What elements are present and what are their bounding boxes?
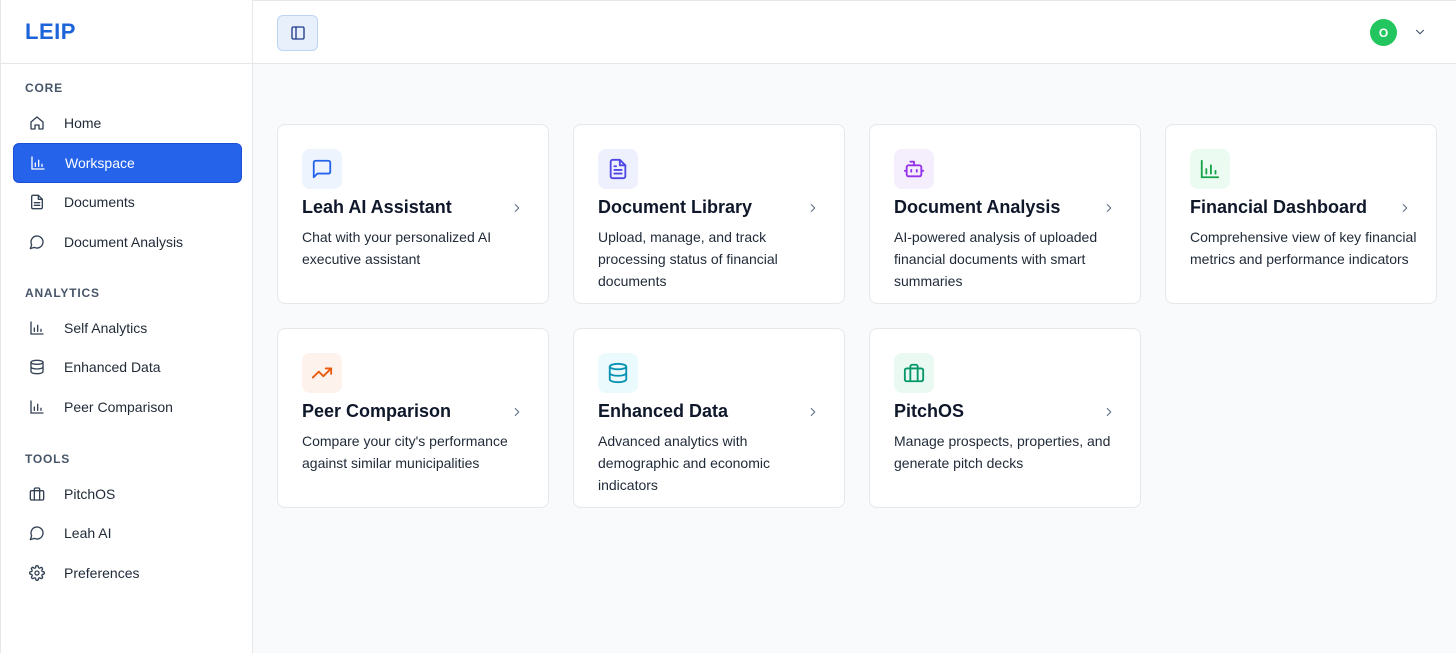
card-peer-comparison[interactable]: Peer Comparison Compare your city's perf… (277, 328, 549, 508)
card-description: Comprehensive view of key financial metr… (1190, 229, 1417, 267)
sidebar-item-peer-comparison[interactable]: Peer Comparison (13, 387, 242, 427)
card-document-library[interactable]: Document Library Upload, manage, and tra… (573, 124, 845, 304)
card-title: Enhanced Data (598, 401, 729, 421)
chevron-right-icon (510, 405, 524, 419)
chevron-right-icon (1102, 405, 1116, 419)
card-description: Chat with your personalized AI executive… (302, 229, 492, 267)
chevron-right-icon (806, 405, 820, 419)
sidebar-section-title-tools: TOOLS (25, 452, 71, 466)
message-square-icon (302, 149, 342, 189)
message-circle-icon (27, 523, 47, 543)
card-title: Peer Comparison (302, 401, 452, 421)
sidebar-item-leah-ai[interactable]: Leah AI (13, 513, 242, 553)
sidebar-item-label: Peer Comparison (64, 399, 173, 415)
sidebar-item-pitchos[interactable]: PitchOS (13, 474, 242, 514)
chevron-right-icon (1102, 201, 1116, 215)
sidebar-item-label: Preferences (64, 565, 140, 581)
file-text-icon (27, 192, 47, 212)
card-description: Compare your city's performance against … (302, 433, 508, 471)
bot-icon (894, 149, 934, 189)
database-icon (27, 357, 47, 377)
trending-up-icon (302, 353, 342, 393)
card-title: PitchOS (894, 401, 965, 421)
briefcase-icon (27, 484, 47, 504)
card-description: Advanced analytics with demographic and … (598, 433, 770, 493)
sidebar-section-title-analytics: ANALYTICS (25, 286, 100, 300)
sidebar: LEIP CORE Home Workspace Documents Docum… (0, 0, 253, 653)
sidebar-item-preferences[interactable]: Preferences (13, 553, 242, 593)
card-title: Financial Dashboard (1190, 197, 1368, 217)
chevron-right-icon (806, 201, 820, 215)
sidebar-item-label: Documents (64, 194, 135, 210)
card-enhanced-data[interactable]: Enhanced Data Advanced analytics with de… (573, 328, 845, 508)
sidebar-item-label: Self Analytics (64, 320, 148, 336)
bar-chart-icon (1190, 149, 1230, 189)
home-icon (27, 113, 47, 133)
briefcase-icon (894, 353, 934, 393)
message-circle-icon (27, 232, 47, 252)
sidebar-toggle-icon (290, 25, 306, 41)
chevron-down-icon[interactable] (1413, 25, 1427, 39)
sidebar-item-label: Document Analysis (64, 234, 184, 250)
chevron-right-icon (1398, 201, 1412, 215)
bar-chart-icon (27, 397, 47, 417)
card-leah-ai-assistant[interactable]: Leah AI Assistant Chat with your persona… (277, 124, 549, 304)
brand-header: LEIP (1, 0, 252, 64)
top-bar: O (253, 0, 1456, 64)
sidebar-item-home[interactable]: Home (13, 103, 242, 143)
card-title: Document Analysis (894, 197, 1061, 217)
sidebar-item-documents[interactable]: Documents (13, 182, 242, 222)
database-icon (598, 353, 638, 393)
sidebar-item-enhanced-data[interactable]: Enhanced Data (13, 347, 242, 387)
card-description: Upload, manage, and track processing sta… (598, 229, 778, 289)
card-description: Manage prospects, properties, and genera… (894, 433, 1111, 471)
card-pitchos[interactable]: PitchOS Manage prospects, properties, an… (869, 328, 1141, 508)
user-avatar[interactable]: O (1370, 19, 1397, 46)
file-text-icon (598, 149, 638, 189)
card-title: Document Library (598, 197, 753, 217)
card-title: Leah AI Assistant (302, 197, 452, 217)
card-financial-dashboard[interactable]: Financial Dashboard Comprehensive view o… (1165, 124, 1437, 304)
sidebar-item-label: PitchOS (64, 486, 116, 502)
sidebar-item-label: Home (64, 115, 102, 131)
sidebar-item-self-analytics[interactable]: Self Analytics (13, 308, 242, 348)
sidebar-item-label: Leah AI (64, 525, 112, 541)
card-document-analysis[interactable]: Document Analysis AI-powered analysis of… (869, 124, 1141, 304)
card-description: AI-powered analysis of uploaded financia… (894, 229, 1098, 289)
gear-icon (27, 563, 47, 583)
brand-logo-text[interactable]: LEIP (25, 19, 76, 45)
sidebar-section-title-core: CORE (25, 81, 63, 95)
chevron-right-icon (510, 201, 524, 215)
bar-chart-icon (27, 318, 47, 338)
sidebar-item-workspace[interactable]: Workspace (13, 143, 242, 183)
sidebar-item-label: Enhanced Data (64, 359, 161, 375)
bar-chart-icon (28, 153, 48, 173)
sidebar-item-label: Workspace (65, 155, 135, 171)
sidebar-toggle-button[interactable] (277, 15, 318, 51)
sidebar-item-document-analysis[interactable]: Document Analysis (13, 222, 242, 262)
